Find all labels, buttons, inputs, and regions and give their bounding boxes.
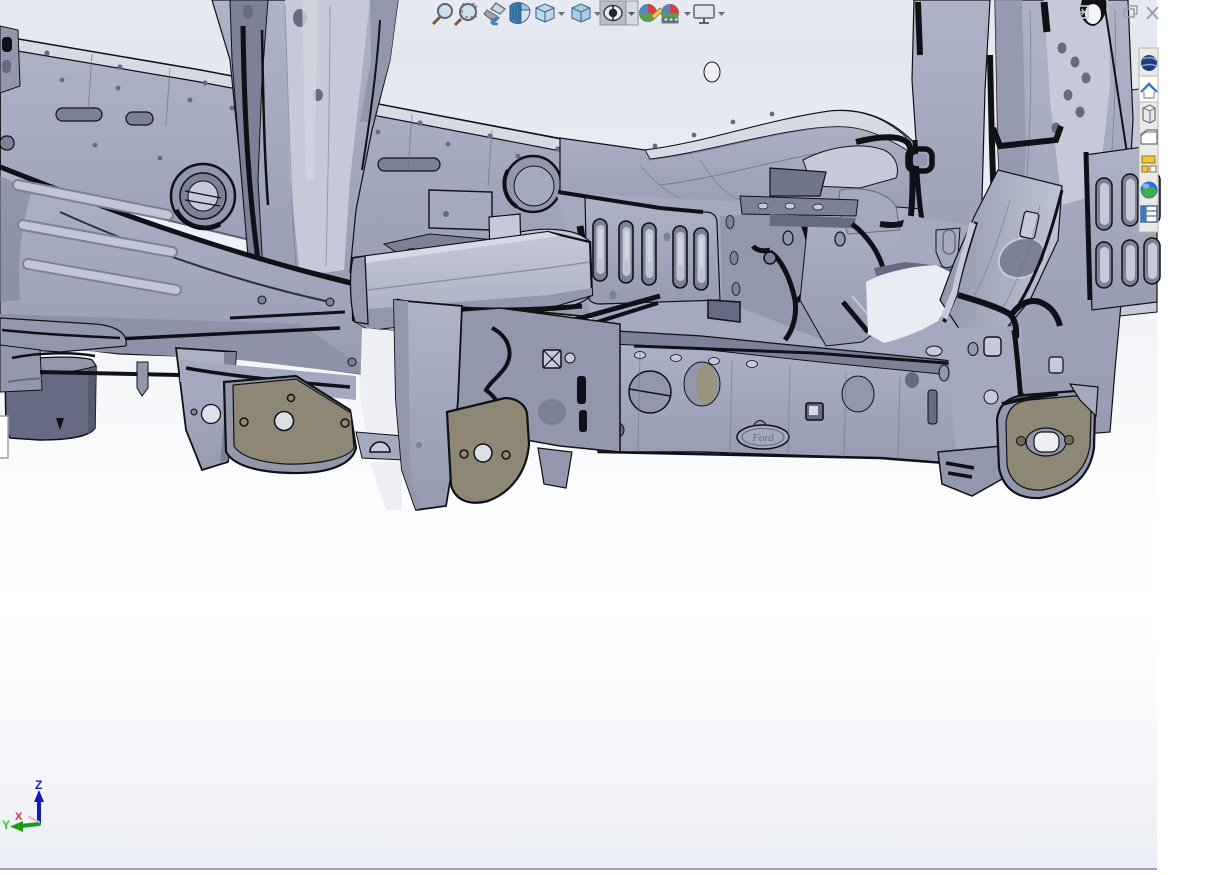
- svg-text:Z: Z: [35, 778, 42, 792]
- svg-text:Y: Y: [2, 818, 10, 832]
- svg-text:Ford: Ford: [751, 432, 774, 444]
- svg-text:X: X: [15, 811, 23, 823]
